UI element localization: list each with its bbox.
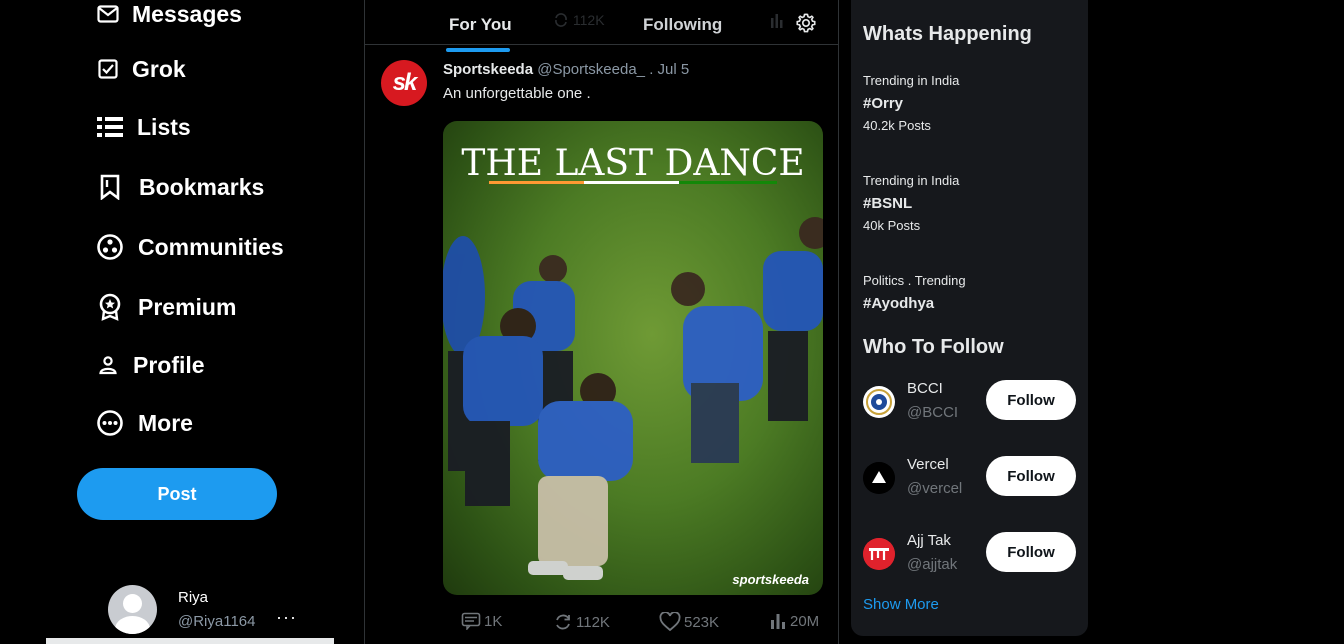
post-button[interactable]: Post bbox=[77, 468, 277, 520]
repost-button[interactable]: 112K bbox=[553, 612, 610, 632]
aajtak-logo-icon bbox=[863, 538, 895, 570]
trend-category: Trending in India bbox=[863, 73, 960, 88]
account-menu-icon[interactable]: ··· bbox=[276, 607, 297, 628]
app: Messages Grok Lists Bookmarks Communitie bbox=[0, 0, 1344, 644]
bookmark-icon bbox=[96, 173, 124, 201]
account-handle: @Riya1164 bbox=[178, 613, 256, 630]
sidebar-item-communities[interactable]: Communities bbox=[96, 233, 284, 261]
vercel-logo-icon bbox=[863, 462, 895, 494]
tweet-date[interactable]: . Jul 5 bbox=[649, 61, 689, 78]
envelope-icon bbox=[96, 0, 120, 28]
tweet-actions: 1K 112K 523K 20M bbox=[443, 612, 823, 636]
tweet-avatar[interactable]: sk bbox=[381, 60, 427, 106]
active-tab-indicator bbox=[446, 48, 510, 52]
follow-suggestion[interactable]: Ajj Tak @ajjtak Follow bbox=[863, 532, 1077, 584]
list-icon bbox=[96, 113, 124, 141]
trend-count: 40.2k Posts bbox=[863, 118, 931, 133]
follow-button[interactable]: Follow bbox=[986, 456, 1076, 496]
tab-following[interactable]: Following bbox=[643, 15, 722, 35]
bcci-logo-icon bbox=[863, 386, 895, 418]
heart-icon bbox=[659, 612, 681, 632]
repost-count: 112K bbox=[576, 613, 610, 631]
horizontal-scrollbar-thumb[interactable] bbox=[46, 638, 334, 644]
sidebar-item-profile[interactable]: Profile bbox=[96, 351, 205, 379]
timeline-tabs: 112K For You Following bbox=[365, 0, 838, 52]
show-more-link[interactable]: Show More bbox=[863, 596, 939, 613]
tweet-text: An unforgettable one . bbox=[443, 85, 591, 102]
tweet-header: Sportskeeda @Sportskeeda_ . Jul 5 bbox=[443, 61, 689, 78]
grok-icon bbox=[96, 55, 120, 83]
suggestion-name[interactable]: Ajj Tak bbox=[907, 532, 951, 549]
reply-icon bbox=[461, 612, 481, 630]
views-icon bbox=[771, 614, 785, 629]
suggestion-name[interactable]: BCCI bbox=[907, 380, 943, 397]
trend-tag[interactable]: #Orry bbox=[863, 95, 903, 112]
communities-icon bbox=[96, 233, 124, 261]
sidebar-item-more[interactable]: More bbox=[96, 409, 193, 437]
sidebar-item-bookmarks[interactable]: Bookmarks bbox=[96, 173, 264, 201]
account-name: Riya bbox=[178, 589, 209, 606]
image-watermark: sportskeeda bbox=[732, 572, 809, 587]
account-switcher[interactable]: Riya @Riya1164 ··· bbox=[108, 585, 296, 634]
avatar bbox=[108, 585, 157, 634]
faded-repost-count: 112K bbox=[553, 12, 605, 28]
tweet-author-handle[interactable]: @Sportskeeda_ bbox=[537, 61, 645, 78]
follow-suggestion[interactable]: Vercel @vercel Follow bbox=[863, 456, 1077, 508]
tweet-image[interactable]: THE LAST DANCE sportskeeda bbox=[443, 121, 823, 595]
gear-icon[interactable] bbox=[795, 12, 817, 34]
trend-category: Politics . Trending bbox=[863, 273, 966, 288]
sidebar-item-lists[interactable]: Lists bbox=[96, 113, 191, 141]
like-count: 523K bbox=[684, 613, 720, 631]
who-to-follow-title: Who To Follow bbox=[863, 336, 1004, 358]
sidebar-item-label: Profile bbox=[133, 351, 205, 378]
sidebar-item-label: Messages bbox=[132, 0, 242, 27]
timeline: 112K For You Following sk Sportskeeda @S… bbox=[364, 0, 839, 644]
reply-button[interactable]: 1K bbox=[461, 612, 502, 630]
sidebar-item-label: Premium bbox=[138, 293, 237, 320]
right-panel: Whats Happening Trending in India #Orry … bbox=[851, 0, 1088, 636]
sidebar-item-label: Bookmarks bbox=[139, 173, 265, 200]
views-count: 20M bbox=[790, 612, 820, 630]
vertical-scrollbar[interactable] bbox=[839, 0, 851, 644]
sidebar-item-label: More bbox=[138, 409, 193, 436]
sidebar-item-label: Communities bbox=[138, 233, 284, 260]
repost-icon bbox=[556, 614, 570, 630]
trend-tag[interactable]: #Ayodhya bbox=[863, 295, 934, 312]
suggestion-name[interactable]: Vercel bbox=[907, 456, 949, 473]
like-button[interactable]: 523K bbox=[659, 612, 719, 632]
sidebar-item-grok[interactable]: Grok bbox=[96, 55, 186, 83]
trend-category: Trending in India bbox=[863, 173, 960, 188]
sidebar: Messages Grok Lists Bookmarks Communitie bbox=[0, 0, 364, 644]
follow-button[interactable]: Follow bbox=[986, 532, 1076, 572]
more-circle-icon bbox=[96, 409, 124, 437]
person-icon bbox=[96, 351, 120, 379]
suggestion-handle: @vercel bbox=[907, 480, 963, 497]
trend-tag[interactable]: #BSNL bbox=[863, 195, 912, 212]
sidebar-item-premium[interactable]: Premium bbox=[96, 293, 236, 321]
suggestion-handle: @ajjtak bbox=[907, 556, 958, 573]
players-illustration bbox=[443, 217, 823, 580]
tweet-author-name[interactable]: Sportskeeda bbox=[443, 61, 533, 78]
sidebar-item-messages[interactable]: Messages bbox=[96, 0, 242, 28]
sidebar-item-label: Grok bbox=[132, 55, 186, 82]
reply-count: 1K bbox=[484, 612, 503, 630]
follow-button[interactable]: Follow bbox=[986, 380, 1076, 420]
views-button[interactable]: 20M bbox=[769, 612, 819, 630]
tricolor-rule bbox=[489, 181, 777, 184]
tab-for-you[interactable]: For You bbox=[449, 15, 512, 35]
suggestion-handle: @BCCI bbox=[907, 404, 959, 421]
premium-icon bbox=[96, 293, 124, 321]
follow-suggestion[interactable]: BCCI @BCCI Follow bbox=[863, 380, 1077, 432]
faded-views-icon bbox=[770, 12, 784, 31]
sidebar-item-label: Lists bbox=[137, 113, 191, 140]
whats-happening-title: Whats Happening bbox=[863, 23, 1032, 45]
image-caption-title: THE LAST DANCE bbox=[461, 143, 805, 184]
trend-count: 40k Posts bbox=[863, 218, 921, 233]
